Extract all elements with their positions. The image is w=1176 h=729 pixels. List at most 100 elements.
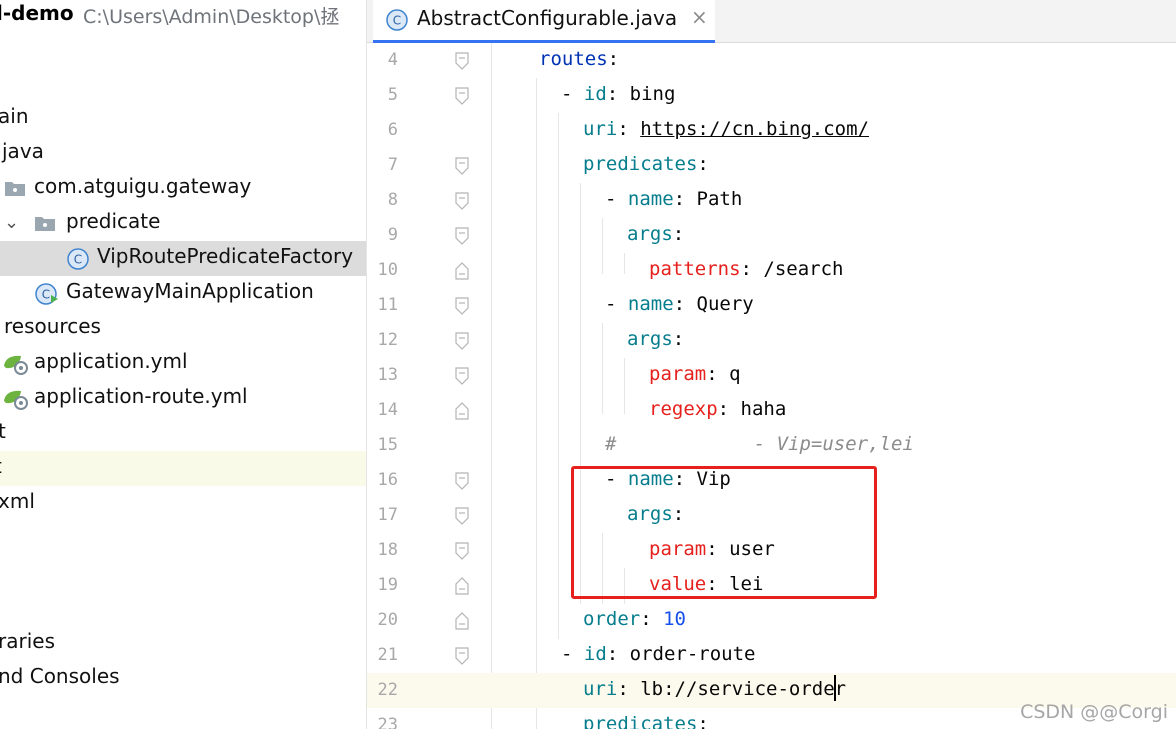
- code-editor[interactable]: 4 routes: 5- id: bing 6 uri: https://cn.bing…: [367, 43, 1176, 729]
- fold-start-icon[interactable]: [455, 542, 469, 560]
- tree-item-vip-route-predicate-factory[interactable]: C VipRoutePredicateFactory: [0, 241, 366, 276]
- code-token: uri: [583, 678, 618, 700]
- code-line[interactable]: 7 predicates:: [367, 148, 1176, 183]
- fold-start-icon[interactable]: [455, 87, 469, 105]
- code-token: : lb://service-order: [617, 678, 847, 700]
- tree-item-target[interactable]: t: [0, 451, 366, 486]
- project-tool-window: l-demo C:\Users\Admin\Desktop\拯 ain java…: [0, 0, 366, 729]
- line-number: 10: [377, 260, 398, 280]
- code-line[interactable]: 20 order: 10: [367, 603, 1176, 638]
- code-line[interactable]: 6 uri: https://cn.bing.com/: [367, 113, 1176, 148]
- code-text: - id: order-route: [561, 643, 756, 665]
- fold-start-icon[interactable]: [455, 227, 469, 245]
- line-number: 16: [377, 470, 398, 490]
- line-number: 20: [377, 610, 398, 630]
- code-line[interactable]: 15 # - Vip=user,lei: [367, 428, 1176, 463]
- tree-item-label: raries: [0, 629, 55, 653]
- fold-start-icon[interactable]: [455, 157, 469, 175]
- fold-end-icon[interactable]: [455, 402, 469, 420]
- code-token: args: [627, 223, 673, 245]
- chevron-down-icon[interactable]: ⌄: [4, 212, 19, 233]
- code-line[interactable]: 10 patterns: /search: [367, 253, 1176, 288]
- tree-item-label: predicate: [66, 209, 161, 233]
- fold-start-icon[interactable]: [455, 507, 469, 525]
- code-line[interactable]: 13 param: q: [367, 358, 1176, 393]
- code-token: uri: [583, 118, 618, 140]
- code-line[interactable]: 9 args:: [367, 218, 1176, 253]
- tree-item-scratches-consoles[interactable]: nd Consoles: [0, 661, 366, 696]
- code-token: -: [605, 188, 628, 210]
- code-line[interactable]: 4 routes:: [367, 43, 1176, 78]
- tree-item-package-predicate[interactable]: ⌄ predicate: [0, 206, 366, 241]
- code-text: - name: Path: [605, 188, 742, 210]
- line-number: 18: [377, 540, 398, 560]
- tree-item-label: application-route.yml: [34, 384, 248, 408]
- code-text: param: q: [649, 363, 741, 385]
- fold-end-icon[interactable]: [455, 612, 469, 630]
- code-line[interactable]: 21 - id: order-route: [367, 638, 1176, 673]
- line-number: 14: [377, 400, 398, 420]
- code-line[interactable]: 5 - id: bing: [367, 78, 1176, 113]
- tree-item-resources[interactable]: resources: [0, 311, 366, 346]
- fold-end-icon[interactable]: [455, 577, 469, 595]
- tree-item-label: ain: [0, 104, 29, 128]
- tree-item-java[interactable]: java: [0, 136, 366, 171]
- code-token: id: [583, 643, 607, 665]
- code-line[interactable]: 14 regexp: haha: [367, 393, 1176, 428]
- line-number: 7: [387, 155, 398, 175]
- code-text: - name: Query: [605, 293, 754, 315]
- code-text: args:: [627, 328, 684, 350]
- line-number: 11: [377, 295, 398, 315]
- code-text: regexp: haha: [649, 398, 786, 420]
- editor-tab-bar: C AbstractConfigurable.java ×: [367, 0, 1176, 43]
- fold-start-icon[interactable]: [455, 192, 469, 210]
- code-line[interactable]: 12 args:: [367, 323, 1176, 358]
- fold-start-icon[interactable]: [455, 332, 469, 350]
- fold-start-icon[interactable]: [455, 367, 469, 385]
- line-number: 9: [387, 225, 398, 245]
- fold-start-icon[interactable]: [455, 297, 469, 315]
- line-number: 19: [377, 575, 398, 595]
- svg-text:C: C: [74, 253, 82, 267]
- tree-item-label: com.atguigu.gateway: [34, 174, 252, 198]
- fold-start-icon[interactable]: [455, 472, 469, 490]
- code-line[interactable]: 11 - name: Query: [367, 288, 1176, 323]
- fold-start-icon[interactable]: [455, 52, 469, 70]
- editor-panel: C AbstractConfigurable.java × 4 routes: 5 -…: [366, 0, 1176, 729]
- tree-item-application-route-yml[interactable]: application-route.yml: [0, 381, 366, 416]
- spring-config-icon: [4, 390, 28, 410]
- code-text: routes:: [539, 48, 619, 70]
- code-token: param: [649, 363, 707, 385]
- tree-item-gateway-main-application[interactable]: C GatewayMainApplication: [0, 276, 366, 311]
- line-number: 12: [377, 330, 398, 350]
- code-text: uri: https://cn.bing.com/: [583, 118, 869, 140]
- tree-item-main[interactable]: ain: [0, 101, 366, 136]
- line-number: 13: [377, 365, 398, 385]
- code-token: regexp: [649, 398, 718, 420]
- svg-text:C: C: [393, 14, 401, 28]
- fold-start-icon[interactable]: [455, 647, 469, 665]
- close-icon[interactable]: ×: [691, 5, 708, 29]
- code-token: : /search: [740, 258, 844, 280]
- line-number: 21: [377, 645, 398, 665]
- project-name[interactable]: l-demo: [0, 1, 74, 25]
- tree-item-application-yml[interactable]: application.yml: [0, 346, 366, 381]
- tree-item-label: GatewayMainApplication: [66, 279, 314, 303]
- text-caret: [834, 675, 836, 701]
- code-text: predicates:: [583, 713, 709, 729]
- code-text: # - Vip=user,lei: [605, 433, 914, 455]
- tree-item-test[interactable]: t: [0, 416, 366, 451]
- fold-end-icon[interactable]: [455, 262, 469, 280]
- spring-app-class-icon: C: [35, 283, 58, 305]
- code-token: : bing: [606, 83, 676, 105]
- editor-tab-label: AbstractConfigurable.java: [417, 6, 678, 30]
- code-token: :: [617, 118, 641, 140]
- code-line[interactable]: 8 - name: Path: [367, 183, 1176, 218]
- tree-item-package-gateway[interactable]: com.atguigu.gateway: [0, 171, 366, 206]
- tree-item-label: application.yml: [34, 349, 188, 373]
- editor-tab-abstract-configurable[interactable]: C AbstractConfigurable.java ×: [373, 0, 715, 43]
- tree-item-pom-xml[interactable]: xml: [0, 486, 366, 521]
- tree-item-external-libraries[interactable]: raries: [0, 626, 366, 661]
- code-token: routes: [539, 48, 608, 70]
- line-number: 23: [377, 715, 398, 729]
